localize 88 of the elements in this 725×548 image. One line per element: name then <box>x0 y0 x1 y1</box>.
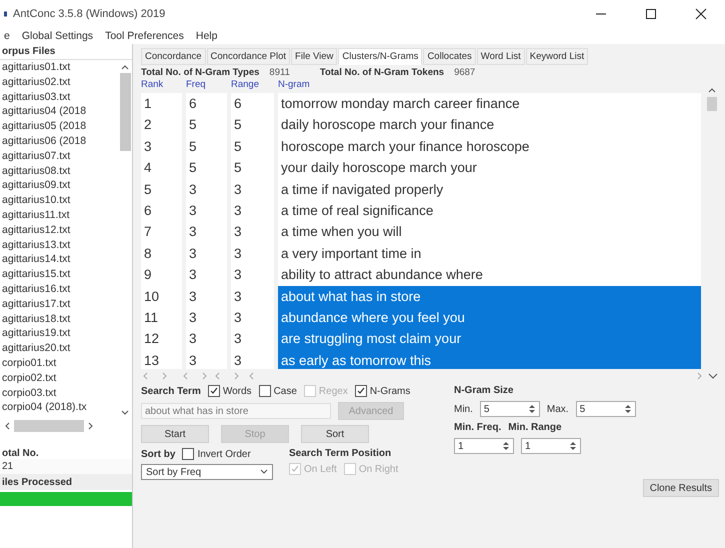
check-icon <box>356 386 366 396</box>
search-field[interactable]: about what has in store <box>141 403 331 419</box>
check-icon <box>290 464 300 474</box>
types-value: 8911 <box>269 66 290 78</box>
file-item[interactable]: agittarius10.txt <box>0 193 118 208</box>
column-header[interactable]: Freq <box>186 79 231 93</box>
caret-icon <box>260 469 268 475</box>
spinner-arrows-icon[interactable] <box>624 404 632 414</box>
scroll-thumb[interactable] <box>14 420 84 432</box>
window-title: AntConc 3.5.8 (Windows) 2019 <box>13 8 166 20</box>
file-item[interactable]: agittarius07.txt <box>0 148 118 164</box>
clone-results-button[interactable]: Clone Results <box>642 479 719 497</box>
tab[interactable]: Word List <box>476 48 525 65</box>
menu-item[interactable]: e <box>4 30 10 42</box>
file-item[interactable]: corpio02.txt <box>0 370 118 386</box>
tab[interactable]: Keyword List <box>526 48 588 65</box>
scroll-up-icon[interactable] <box>708 87 716 93</box>
menu-item[interactable]: Global Settings <box>22 30 94 42</box>
action-button[interactable]: Sort <box>301 425 369 443</box>
file-item[interactable]: agittarius03.txt <box>0 90 118 104</box>
scroll-left-icon[interactable] <box>4 422 10 430</box>
file-item[interactable]: agittarius15.txt <box>0 267 118 282</box>
spinner-arrows-icon[interactable] <box>569 441 577 451</box>
scroll-down-icon[interactable] <box>121 410 129 416</box>
spin-field[interactable]: 1 <box>454 438 514 454</box>
scroll-thumb[interactable] <box>120 73 130 151</box>
max-label: Max. <box>546 404 569 414</box>
file-item[interactable]: agittarius08.txt <box>0 164 118 178</box>
file-item[interactable]: agittarius13.txt <box>0 238 118 252</box>
file-item[interactable]: agittarius04 (2018 <box>0 104 118 120</box>
tokens-label: Total No. of N-Gram Tokens <box>320 66 444 78</box>
scroll-right-icon[interactable] <box>88 422 94 430</box>
tab[interactable]: Collocates <box>423 48 476 65</box>
file-item[interactable]: agittarius14.txt <box>0 252 118 268</box>
check-icon <box>208 386 219 396</box>
spin-field[interactable]: 1 <box>521 438 581 454</box>
column-header[interactable]: N-gram <box>278 79 705 93</box>
sort-by-label: Sort by <box>141 448 176 460</box>
file-item[interactable]: agittarius01.txt <box>0 60 118 75</box>
tab[interactable]: File View <box>291 48 338 65</box>
app-icon <box>4 9 8 19</box>
spin-field[interactable]: 5 <box>480 401 540 417</box>
corpus-files-heading: orpus Files <box>0 44 132 60</box>
file-item[interactable]: corpio04 (2018).tx <box>0 400 118 416</box>
min-freq-label: Min. Freq. <box>454 422 502 433</box>
menu-item[interactable]: Tool Preferences <box>105 30 184 42</box>
tab[interactable]: Clusters/N-Grams <box>338 48 422 65</box>
file-item[interactable]: agittarius05 (2018 <box>0 119 118 134</box>
sort-dropdown[interactable]: Sort by Freq <box>141 464 273 480</box>
spin-field[interactable]: 5 <box>576 401 636 417</box>
file-item[interactable]: agittarius11.txt <box>0 208 118 223</box>
scroll-thumb[interactable] <box>707 97 717 111</box>
ngram-size-label: N-Gram Size <box>454 385 514 396</box>
file-item[interactable]: agittarius02.txt <box>0 74 118 90</box>
column-header[interactable]: Rank <box>141 79 186 93</box>
total-files-label: otal No. <box>1 448 40 459</box>
checkbox[interactable]: N-Grams <box>354 385 410 397</box>
scroll-up-icon[interactable] <box>121 64 129 70</box>
file-item[interactable]: agittarius06 (2018 <box>0 134 118 149</box>
file-item[interactable]: agittarius17.txt <box>0 296 118 312</box>
min-label: Min. <box>454 404 473 414</box>
file-item[interactable]: agittarius09.txt <box>0 178 118 194</box>
tokens-value: 9687 <box>454 66 476 78</box>
checkbox[interactable]: Invert Order <box>182 448 251 460</box>
types-label: Total No. of N-Gram Types <box>141 66 260 78</box>
action-button[interactable]: Start <box>141 425 209 443</box>
spinner-arrows-icon[interactable] <box>528 404 536 414</box>
min-range-label: Min. Range <box>508 422 562 433</box>
file-item[interactable]: agittarius16.txt <box>0 282 118 297</box>
file-item[interactable]: agittarius19.txt <box>0 326 118 342</box>
tab[interactable]: Concordance Plot <box>206 48 290 65</box>
spinner-arrows-icon[interactable] <box>502 441 510 451</box>
search-term-label: Search Term <box>141 386 201 396</box>
file-item[interactable]: agittarius12.txt <box>0 222 118 238</box>
tab[interactable]: Concordance <box>141 48 206 65</box>
file-item[interactable]: agittarius20.txt <box>0 341 118 356</box>
maximize-icon[interactable] <box>645 8 657 20</box>
total-files-value: 21 <box>0 459 132 475</box>
menu-item[interactable]: Help <box>196 30 218 42</box>
checkbox[interactable]: Words <box>208 385 252 397</box>
search-term-position-label: Search Term Position <box>289 448 392 459</box>
column-header[interactable]: Range <box>231 79 278 93</box>
file-item[interactable]: corpio01.txt <box>0 356 118 371</box>
close-icon[interactable] <box>695 8 707 20</box>
file-item[interactable]: corpio03.txt <box>0 386 118 400</box>
file-item[interactable]: agittarius18.txt <box>0 312 118 326</box>
checkbox[interactable]: Case <box>258 385 297 397</box>
files-processed-label: iles Processed <box>0 475 132 490</box>
